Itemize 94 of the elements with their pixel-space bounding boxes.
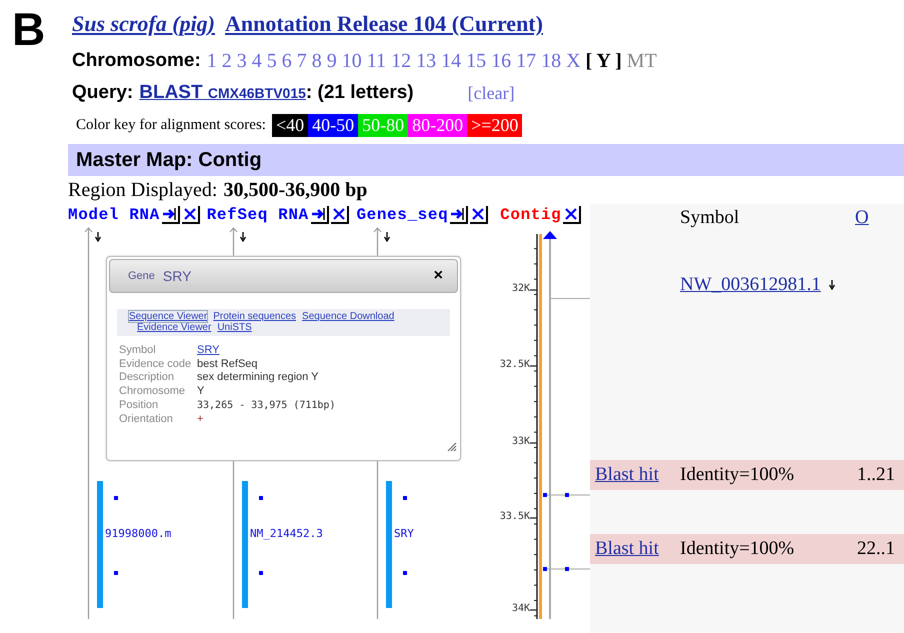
field-value: sex determining region Y [197,371,320,386]
chromosome-link[interactable]: 12 [391,50,412,72]
score-key: 80-200 [408,114,468,136]
field-label: Position [119,398,160,413]
close-button[interactable]: × [434,267,443,285]
field-label: Chromosome [119,385,186,399]
query-length: : (21 letters) [306,82,414,104]
field-link[interactable]: SRY [197,344,460,358]
column-header-link[interactable]: O [855,207,869,229]
field-value: Y [197,385,206,399]
score-key: >=200 [467,114,522,136]
chromosome-label: Chromosome: [72,50,201,72]
chromosome-link[interactable]: 18 [541,50,562,72]
query-label: Query: [72,82,134,104]
organism-link[interactable]: Sus scrofa (pig) [72,11,216,37]
track-name[interactable]: Model RNA [68,206,160,224]
score-key: 40-50 [308,114,358,136]
close-icon[interactable] [330,206,349,224]
query-link[interactable]: BLAST CMX46BTV015 [139,82,306,104]
chromosome-link[interactable]: 16 [491,50,512,72]
chromosome-link[interactable]: 3 [236,50,247,72]
field-label: Symbol [119,344,157,358]
range-text: 22..1 [857,538,895,560]
expand-arrow-icon[interactable] [450,206,468,224]
expand-arrow-icon[interactable] [162,206,180,224]
ruler-label: 34K [510,603,530,614]
accession-link[interactable]: NW_003612981.1 [680,274,821,296]
release-link[interactable]: Annotation Release 104 (Current) [225,11,543,37]
chromosome-link[interactable]: 7 [296,50,307,72]
chromosome-link[interactable]: 11 [366,50,386,72]
connector-line [550,298,590,299]
ruler-label: 33K [510,436,530,447]
chromosome-link[interactable]: 15 [466,50,486,72]
panel-label: B [11,2,46,56]
chromosome-link[interactable]: 17 [516,50,536,72]
close-icon[interactable] [182,206,200,224]
popup-link[interactable]: Evidence Viewer [137,322,212,333]
popup-link[interactable]: UniSTS [217,322,252,333]
chromosome-link[interactable]: 10 [342,50,362,72]
range-text: 1..21 [857,464,895,486]
score-key: <40 [272,114,308,136]
identity-text: Identity=100% [680,538,796,560]
track-name[interactable]: RefSeq RNA [206,206,309,224]
close-icon[interactable] [563,206,582,224]
chromosome-link[interactable]: 1 [206,50,217,72]
blast-hit-link[interactable]: Blast hit [595,464,680,486]
track-name[interactable]: Contig [500,206,562,224]
map-title-bar: Master Map: Contig [68,144,904,176]
chromosome-link[interactable]: 14 [441,50,462,72]
feature-label[interactable]: SRY [394,527,414,540]
field-value: best RefSeq [197,358,259,372]
down-arrow-icon [95,232,101,242]
chromosome-link[interactable]: 9 [326,50,337,72]
feature-label[interactable]: NM_214452.3 [250,527,323,540]
hit-connector [543,492,590,498]
ruler-label: 32K [510,283,530,294]
region-label: Region Displayed: [68,178,218,202]
region-value: 30,500-36,900 bp [223,178,368,202]
chromosome-link[interactable]: 4 [252,50,262,72]
hit-connector [543,566,590,572]
resize-grip-icon[interactable] [447,442,457,452]
gene-label: Gene [128,270,155,282]
chromosome-link[interactable]: 8 [312,50,322,72]
identity-text: Identity=100% [680,464,796,486]
down-arrow-icon [240,232,246,242]
chromosome-link[interactable]: 2 [222,50,232,72]
chromosome-link[interactable]: 13 [416,50,436,72]
field-label: Orientation [119,412,174,426]
clear-link[interactable]: [clear] [468,82,515,104]
score-key: 50-80 [358,114,408,136]
field-label: Description [119,371,176,386]
field-value: 33,265 - 33,975 (711bp) [197,398,336,413]
popup-link[interactable]: Protein sequences [213,311,296,322]
chromosome-link[interactable]: [ Y ] [586,50,622,72]
chromosome-link[interactable]: 6 [282,50,292,72]
close-icon[interactable] [470,206,488,224]
feature-label[interactable]: 91998000.m [105,527,172,540]
track-name[interactable]: Genes_seq [356,206,448,224]
popup-link[interactable]: Sequence Download [302,311,394,322]
field-value: + [197,412,204,426]
expand-arrow-icon[interactable] [310,206,329,224]
down-arrow-icon [384,232,390,242]
chromosome-link[interactable]: X [566,50,581,72]
up-triangle-icon [543,231,557,239]
color-key-label: Color key for alignment scores: [76,116,266,134]
blast-hit-link[interactable]: Blast hit [595,538,680,560]
field-label: Evidence code [119,358,192,372]
ruler-label: 33.5K [498,511,530,522]
popup-link[interactable]: Sequence Viewer [129,311,208,322]
down-arrow-icon [828,280,835,290]
chromosome-link[interactable]: 5 [266,50,277,72]
gene-name: SRY [162,268,192,284]
column-header: Symbol [680,207,740,229]
ruler-label: 32.5K [498,359,530,370]
